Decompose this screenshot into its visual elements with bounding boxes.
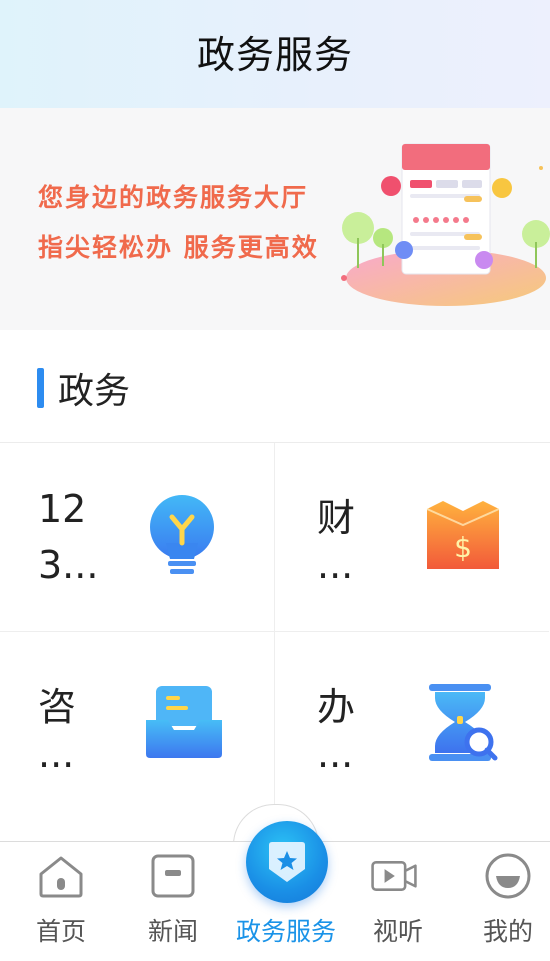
gov-services-center-button[interactable] (246, 821, 328, 903)
header: 政务服务 (0, 0, 550, 108)
inbox-message-icon (146, 686, 222, 758)
lightbulb-y-icon (150, 495, 214, 574)
service-item[interactable]: 办 ... (275, 632, 549, 820)
tab-home[interactable]: 首页 (6, 842, 116, 961)
service-item[interactable]: 咨 ... (0, 632, 275, 820)
service-title-line1: 财 (317, 496, 356, 540)
profile-icon (485, 853, 531, 899)
tab-label: 视听 (372, 917, 423, 946)
news-icon (151, 854, 195, 898)
service-title-line2: 3... (38, 543, 99, 587)
tab-video[interactable]: 视听 (343, 842, 453, 961)
video-icon (371, 861, 417, 891)
banner-subline: 指尖轻松办 服务更高效 (38, 233, 319, 262)
section-title: 政务 (58, 371, 131, 412)
tab-label: 首页 (35, 917, 86, 946)
hourglass-search-icon (429, 684, 498, 761)
money-envelope-icon: $ (426, 501, 500, 569)
services-grid: 12 3... 财 ... $ 咨 ... 办 ... (0, 443, 550, 841)
tab-news[interactable]: 新闻 (118, 842, 228, 961)
tab-label: 新闻 (147, 917, 198, 946)
service-title-line2: ... (317, 732, 354, 776)
service-item[interactable]: 财 ... $ (275, 443, 549, 632)
section-header: 政务 (0, 330, 550, 443)
tab-label: 我的 (482, 917, 533, 946)
banner[interactable]: 您身边的政务服务大厅 指尖轻松办 服务更高效 (0, 108, 550, 330)
tab-profile[interactable]: 我的 (453, 842, 550, 961)
service-title-line2: ... (38, 732, 75, 776)
page-title: 政务服务 (196, 33, 353, 77)
service-title-line1: 12 (38, 487, 87, 531)
service-title-line1: 办 (317, 685, 356, 729)
service-title-line1: 咨 (38, 685, 77, 729)
home-icon (39, 856, 83, 898)
tab-label: 政务服务 (236, 917, 336, 946)
shield-star-icon (269, 842, 305, 882)
section-accent-bar (37, 368, 44, 408)
svg-text:$: $ (454, 531, 472, 564)
banner-headline: 您身边的政务服务大厅 (38, 183, 309, 212)
service-item[interactable]: 12 3... (0, 443, 275, 632)
service-title-line2: ... (317, 543, 354, 587)
banner-illustration (341, 143, 550, 306)
